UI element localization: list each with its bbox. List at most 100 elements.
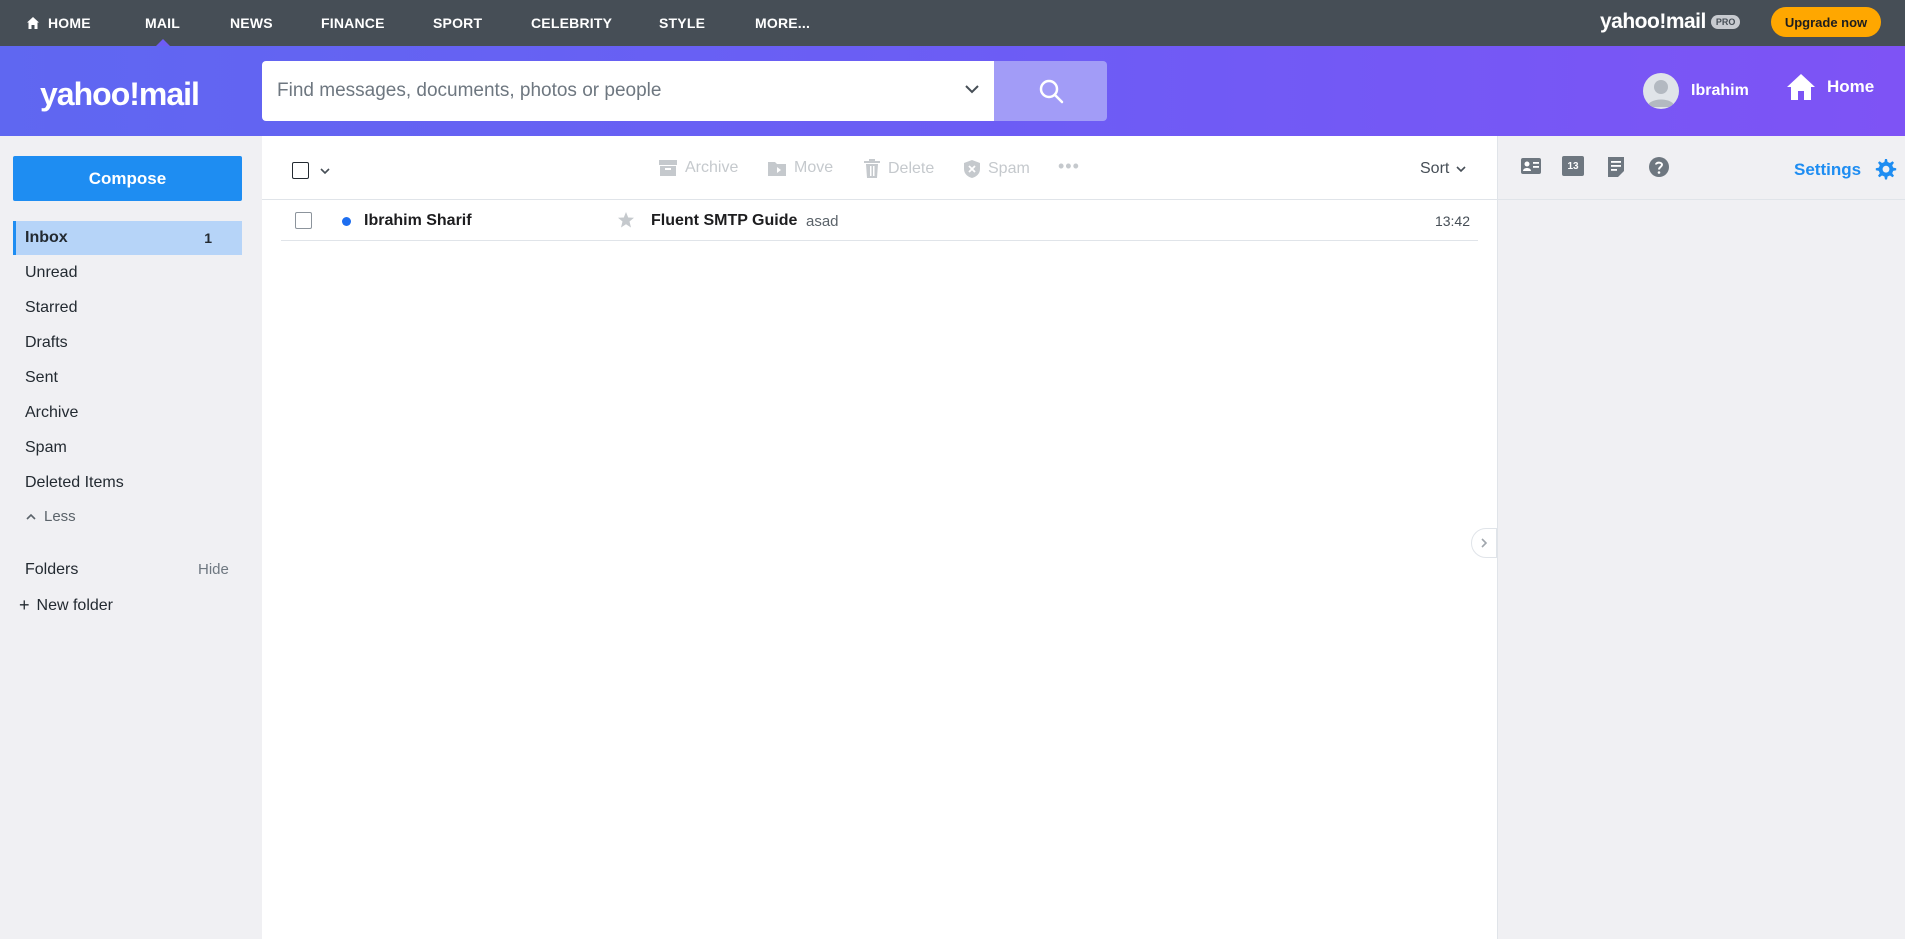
house-icon (1787, 74, 1815, 100)
select-all-checkbox[interactable] (292, 162, 309, 179)
trash-icon (864, 159, 880, 178)
search-button[interactable] (994, 61, 1107, 121)
settings-button[interactable]: Settings (1794, 158, 1897, 182)
nav-brand-text: yahoo!mail (1600, 10, 1706, 33)
upgrade-now-button[interactable]: Upgrade now (1771, 7, 1881, 37)
nav-more-label: MORE... (755, 15, 811, 31)
spam-button[interactable]: Spam (963, 159, 1030, 179)
sort-dropdown[interactable]: Sort (1420, 160, 1467, 178)
unread-count-badge: 1 (204, 230, 212, 246)
calendar-day: 13 (1567, 160, 1579, 172)
settings-label: Settings (1794, 160, 1862, 179)
sidebar-item-starred[interactable]: Starred (13, 291, 242, 325)
search-input[interactable] (277, 80, 937, 102)
message-row[interactable]: Ibrahim Sharif Fluent SMTP Guide asad 13… (281, 201, 1478, 241)
folders-heading: Folders (25, 561, 79, 578)
compose-button[interactable]: Compose (13, 156, 242, 201)
less-label: Less (44, 508, 76, 525)
right-toolbar: 13 Settings (1498, 136, 1905, 200)
message-time: 13:42 (1434, 213, 1470, 229)
message-list-pane: Archive Move Delete Spam ••• Sort Ibrahi… (262, 136, 1497, 939)
sidebar-item-label: Unread (25, 264, 78, 281)
more-actions-button[interactable]: ••• (1058, 156, 1080, 177)
sidebar-item-spam[interactable]: Spam (13, 431, 242, 465)
more-actions-label: ••• (1058, 156, 1080, 176)
nav-sport[interactable]: SPORT (433, 0, 482, 46)
hide-folders-link[interactable]: Hide (198, 561, 229, 578)
search-options-chevron-icon[interactable] (964, 81, 980, 97)
sidebar-item-label: Drafts (25, 334, 68, 351)
sidebar-item-label: Starred (25, 299, 78, 316)
nav-finance[interactable]: FINANCE (321, 0, 385, 46)
gear-icon (1875, 159, 1897, 180)
contacts-icon[interactable] (1520, 156, 1542, 176)
new-folder-button[interactable]: + New folder (19, 595, 113, 616)
nav-home[interactable]: HOME (26, 0, 91, 46)
search-bar (262, 61, 994, 121)
sidebar-item-label: Deleted Items (25, 474, 124, 491)
spam-label: Spam (988, 160, 1030, 177)
unread-indicator[interactable] (342, 217, 351, 226)
home-icon (27, 17, 39, 29)
nav-sport-label: SPORT (433, 15, 483, 31)
delete-button[interactable]: Delete (863, 159, 934, 179)
home-button[interactable]: Home (1785, 71, 1874, 103)
sidebar-item-label: Sent (25, 369, 58, 386)
sort-label: Sort (1420, 160, 1450, 177)
nav-finance-label: FINANCE (321, 15, 385, 31)
message-snippet: asad (806, 213, 839, 230)
sidebar-item-drafts[interactable]: Drafts (13, 326, 242, 360)
message-checkbox[interactable] (295, 212, 312, 229)
nav-brand-logo[interactable]: yahoo!mail PRO (1600, 10, 1741, 34)
show-less-toggle[interactable]: Less (25, 508, 76, 525)
mail-header: yahoo!mail Ibrahim Home (0, 46, 1905, 136)
message-sender: Ibrahim Sharif (364, 212, 472, 229)
help-icon[interactable] (1648, 156, 1670, 178)
nav-more[interactable]: MORE... (755, 0, 810, 46)
top-nav: HOME MAIL NEWS FINANCE SPORT CELEBRITY S… (0, 0, 1905, 46)
archive-button[interactable]: Archive (658, 159, 738, 177)
select-options-chevron-icon[interactable] (319, 165, 331, 177)
sidebar-item-archive[interactable]: Archive (13, 396, 242, 430)
sidebar-item-label: Inbox (25, 229, 68, 246)
nav-celebrity[interactable]: CELEBRITY (531, 0, 612, 46)
yahoo-mail-logo[interactable]: yahoo!mail (40, 76, 200, 113)
plus-icon: + (19, 595, 30, 615)
chevron-down-icon (1456, 166, 1466, 173)
nav-home-label: HOME (48, 15, 91, 31)
nav-style[interactable]: STYLE (659, 0, 705, 46)
nav-mail-label: MAIL (145, 15, 181, 31)
home-label: Home (1827, 77, 1875, 96)
sidebar-item-inbox[interactable]: Inbox 1 (13, 221, 242, 255)
nav-news[interactable]: NEWS (230, 0, 273, 46)
avatar (1643, 73, 1679, 109)
user-profile[interactable]: Ibrahim (1643, 73, 1749, 109)
archive-icon (659, 160, 677, 176)
nav-mail[interactable]: MAIL (145, 0, 180, 46)
nav-style-label: STYLE (659, 15, 706, 31)
notepad-icon[interactable] (1606, 156, 1626, 178)
sidebar-item-label: Archive (25, 404, 79, 421)
sidebar-item-label: Spam (25, 439, 67, 456)
sidebar-item-unread[interactable]: Unread (13, 256, 242, 290)
move-label: Move (794, 159, 834, 176)
calendar-icon[interactable]: 13 (1562, 156, 1584, 176)
sidebar-item-sent[interactable]: Sent (13, 361, 242, 395)
collapse-panel-handle[interactable] (1471, 528, 1497, 558)
sidebar-item-deleted-items[interactable]: Deleted Items (13, 466, 242, 500)
chevron-up-icon (26, 513, 36, 520)
sidebar: Compose Inbox 1 Unread Starred Drafts Se… (0, 136, 262, 939)
delete-label: Delete (888, 160, 935, 177)
archive-label: Archive (685, 159, 739, 176)
pro-badge: PRO (1710, 15, 1741, 29)
message-toolbar: Archive Move Delete Spam ••• Sort (262, 136, 1497, 200)
nav-celebrity-label: CELEBRITY (531, 15, 613, 31)
new-folder-label: New folder (36, 596, 113, 614)
nav-news-label: NEWS (230, 15, 273, 31)
message-subject: Fluent SMTP Guide (651, 212, 798, 229)
move-button[interactable]: Move (767, 159, 833, 177)
user-silhouette-icon (1647, 80, 1675, 107)
shield-icon (964, 160, 980, 178)
user-name: Ibrahim (1691, 82, 1749, 99)
star-icon[interactable] (617, 211, 635, 229)
